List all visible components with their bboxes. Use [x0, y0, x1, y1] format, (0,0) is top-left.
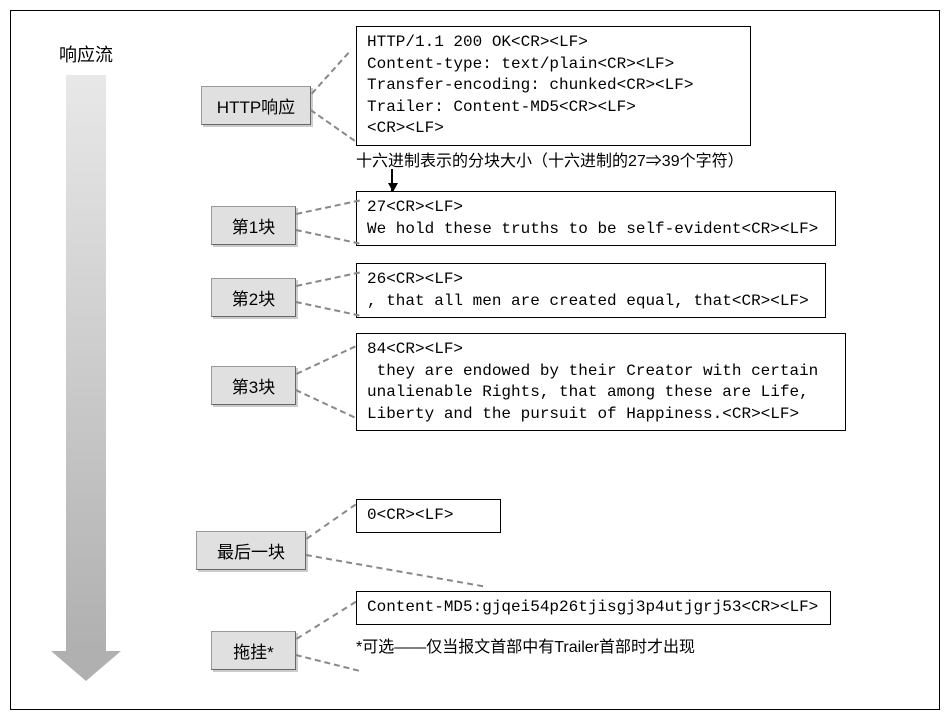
box-last-chunk: 0<CR><LF> — [356, 499, 501, 533]
connector-dash — [306, 504, 356, 540]
arrow-shaft — [66, 75, 106, 651]
box-chunk3: 84<CR><LF> they are endowed by their Cre… — [356, 333, 846, 431]
trailer-footnote: *可选——仅当报文首部中有Trailer首部时才出现 — [356, 633, 695, 657]
annotation-arrow-icon — [391, 169, 393, 191]
connector-dash — [306, 554, 484, 587]
arrow-label: 响应流 — [59, 41, 113, 67]
connector-dash — [296, 654, 360, 672]
arrow-head-icon — [51, 651, 121, 681]
label-http-response: HTTP响应 — [201, 86, 311, 125]
box-chunk1: 27<CR><LF> We hold these truths to be se… — [356, 191, 836, 246]
connector-dash — [296, 229, 360, 244]
box-trailer: Content-MD5:gjqei54p26tjisgj3p4utjgrj53<… — [356, 591, 831, 625]
response-flow-arrow: 响应流 — [56, 41, 116, 681]
diagram-frame: 响应流 HTTP响应 HTTP/1.1 200 OK<CR><LF> Conte… — [10, 10, 940, 710]
connector-dash — [311, 52, 349, 94]
box-http-response: HTTP/1.1 200 OK<CR><LF> Content-type: te… — [356, 26, 751, 146]
label-chunk1: 第1块 — [211, 206, 296, 245]
connector-dash — [296, 346, 356, 375]
connector-dash — [295, 389, 355, 418]
connector-dash — [296, 601, 356, 640]
label-trailer: 拖挂* — [211, 631, 296, 670]
connector-dash — [296, 199, 360, 214]
connector-dash — [296, 301, 360, 316]
box-chunk2: 26<CR><LF> , that all men are created eq… — [356, 263, 826, 318]
connector-dash — [296, 271, 360, 286]
label-chunk3: 第3块 — [211, 366, 296, 405]
label-chunk2: 第2块 — [211, 278, 296, 317]
connector-dash — [310, 109, 355, 142]
size-annotation: 十六进制表示的分块大小（十六进制的27⇒39个字符） — [356, 147, 744, 171]
label-last-chunk: 最后一块 — [196, 531, 306, 570]
